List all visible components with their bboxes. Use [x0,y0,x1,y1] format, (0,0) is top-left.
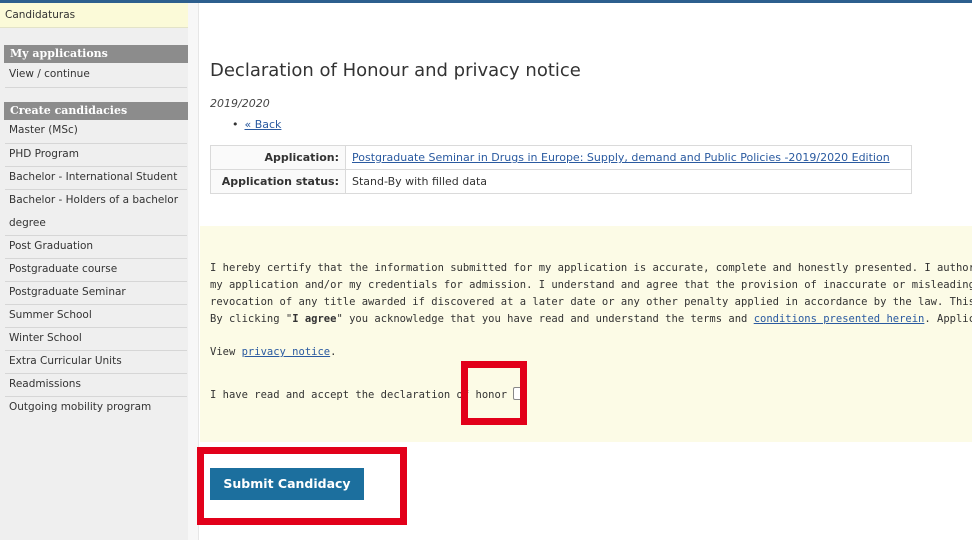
sidebar-item-bachelor-international[interactable]: Bachelor - International Student [5,167,185,189]
declaration-line: my application and/or my credentials for… [210,279,972,291]
sidebar: Candidaturas My applications View / cont… [0,3,188,540]
conditions-link[interactable]: conditions presented herein [754,313,925,325]
sidebar-item-readmissions[interactable]: Readmissions [5,374,185,396]
sidebar-heading-create-candidacies: Create candidacies [4,102,188,120]
sidebar-item-master[interactable]: Master (MSc) [5,120,185,142]
bullet-icon: • [232,118,239,131]
declaration-line: revocation of any title awarded if disco… [210,296,972,308]
status-value: Stand-By with filled data [352,175,488,188]
status-value-cell: Stand-By with filled data [345,169,912,194]
sidebar-item-postgraduate-seminar[interactable]: Postgraduate Seminar [5,282,185,304]
sidebar-item-bachelor-holders-cont[interactable]: degree [5,213,185,235]
sidebar-item-postgraduate-course[interactable]: Postgraduate course [5,259,185,281]
declaration-line: I hereby certify that the information su… [210,262,972,274]
back-nav: • « Back [232,118,281,131]
sidebar-item-view-continue[interactable]: View / continue [5,64,185,86]
page-title: Declaration of Honour and privacy notice [210,60,581,81]
back-link[interactable]: « Back [245,118,282,131]
highlight-box [197,447,407,525]
table-row: Application status: Stand-By with filled… [210,169,912,194]
privacy-notice-link[interactable]: privacy notice [242,346,331,358]
sidebar-item-phd[interactable]: PHD Program [5,144,185,166]
sidebar-item-extra-curricular[interactable]: Extra Curricular Units [5,351,185,373]
status-label: Application status: [210,169,346,194]
academic-year: 2019/2020 [210,97,270,110]
privacy-line: View privacy notice. [210,346,337,358]
application-value-cell: Postgraduate Seminar in Drugs in Europe:… [345,145,912,170]
sidebar-item-winter-school[interactable]: Winter School [5,328,185,350]
application-label: Application: [210,145,346,170]
declaration-panel: I hereby certify that the information su… [200,226,972,442]
highlight-box [461,361,527,425]
sidebar-top-item[interactable]: Candidaturas [0,3,188,28]
sidebar-divider [5,87,187,88]
declaration-line: By clicking "I agree" you acknowledge th… [210,313,972,325]
sidebar-item-post-graduation[interactable]: Post Graduation [5,236,185,258]
sidebar-heading-my-applications: My applications [4,45,188,63]
sidebar-item-summer-school[interactable]: Summer School [5,305,185,327]
table-row: Application: Postgraduate Seminar in Dru… [210,145,912,170]
sidebar-item-outgoing-mobility[interactable]: Outgoing mobility program [5,397,185,419]
sidebar-item-bachelor-holders[interactable]: Bachelor - Holders of a bachelor [5,190,185,212]
application-table: Application: Postgraduate Seminar in Dru… [210,145,912,194]
application-link[interactable]: Postgraduate Seminar in Drugs in Europe:… [352,151,890,164]
